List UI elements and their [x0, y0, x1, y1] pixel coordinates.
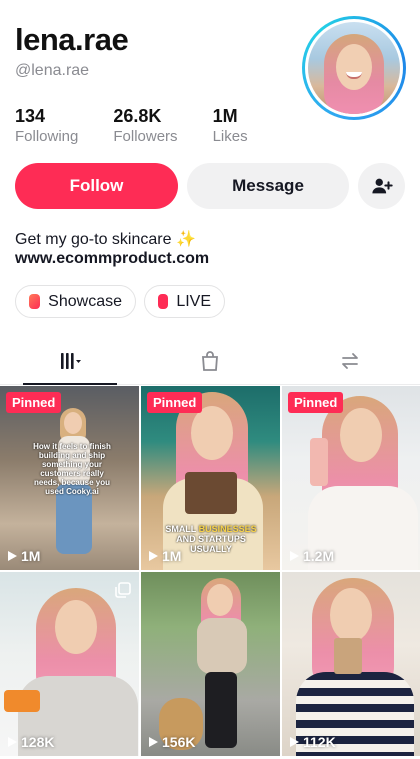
subject-face	[340, 408, 382, 462]
caption-highlight: BUSINESSES	[198, 524, 257, 534]
caption-suffix: AND STARTUPS USUALLY	[176, 534, 246, 554]
tab-videos[interactable]	[0, 337, 140, 385]
showcase-label: Showcase	[48, 292, 122, 310]
repost-icon	[342, 353, 358, 369]
profile-stats: 134 Following 26.8K Followers 1M Likes	[15, 105, 283, 147]
stat-followers-value: 26.8K	[113, 106, 162, 126]
subject-face	[207, 584, 233, 616]
play-icon	[290, 551, 299, 561]
view-count: 1M	[7, 548, 40, 564]
video-tile[interactable]: How it feels to finish building and ship…	[0, 386, 139, 570]
view-count: 1M	[148, 548, 181, 564]
video-tile[interactable]: 128K	[0, 572, 139, 756]
subject-face	[191, 406, 233, 460]
profile-header: lena.rae @lena.rae 134 Following 26.8K F…	[0, 0, 420, 160]
shopping-bag-icon	[202, 351, 218, 371]
play-icon	[149, 551, 158, 561]
stat-following-value: 134	[15, 106, 46, 126]
video-tile[interactable]: Pinned 1.2M	[282, 386, 420, 570]
subject-jacket	[197, 618, 247, 674]
stat-following-label: Following	[15, 128, 79, 145]
bio-text: Get my go-to skincare ✨	[15, 231, 196, 248]
multi-photo-icon	[115, 582, 131, 598]
profile-handle: @lena.rae	[15, 62, 90, 79]
video-tile[interactable]: SMALL BUSINESSES AND STARTUPS USUALLY Pi…	[141, 386, 280, 570]
grid-videos-icon	[61, 353, 81, 369]
video-caption: How it feels to finish building and ship…	[33, 442, 111, 496]
stat-likes[interactable]: 1M Likes	[213, 105, 248, 147]
bio-link[interactable]: www.ecommproduct.com	[15, 250, 209, 268]
subject-face	[64, 412, 82, 434]
view-count-value: 1M	[21, 548, 41, 564]
stat-followers-label: Followers	[113, 128, 178, 145]
subject-face	[330, 588, 372, 642]
add-friend-button[interactable]	[358, 163, 405, 209]
thumbnail-subject	[141, 572, 280, 756]
thumbnail-subject	[282, 386, 420, 570]
stat-likes-label: Likes	[212, 128, 248, 145]
view-count-value: 112K	[303, 734, 336, 750]
play-icon	[8, 737, 17, 747]
view-count-value: 1M	[162, 548, 182, 564]
avatar[interactable]	[302, 16, 406, 120]
play-icon	[8, 551, 17, 561]
view-count: 1.2M	[289, 548, 334, 564]
display-name: lena.rae	[15, 22, 129, 57]
phone-prop	[4, 690, 40, 712]
subject-face	[55, 600, 97, 654]
live-label: LIVE	[176, 292, 211, 310]
stat-likes-value: 1M	[212, 106, 238, 126]
pinned-badge: Pinned	[147, 392, 203, 413]
video-tile[interactable]: 112K	[282, 572, 420, 756]
add-person-icon	[371, 178, 393, 194]
play-icon	[290, 737, 299, 747]
play-icon	[149, 737, 158, 747]
profile-tabs	[0, 337, 420, 385]
showcase-chip[interactable]: Showcase	[15, 285, 136, 318]
view-count-value: 156K	[162, 734, 196, 750]
product-bottle	[310, 438, 328, 486]
view-count: 128K	[7, 734, 54, 750]
pinned-badge: Pinned	[6, 392, 62, 413]
avatar-frame	[305, 19, 403, 117]
stat-followers[interactable]: 26.8K Followers	[113, 105, 177, 147]
stat-following[interactable]: 134 Following	[15, 105, 78, 147]
message-button[interactable]: Message	[187, 163, 349, 209]
tab-shop[interactable]	[140, 337, 280, 385]
view-count-value: 1.2M	[303, 548, 335, 564]
view-count-value: 128K	[21, 734, 55, 750]
caption-prefix: SMALL	[165, 524, 199, 534]
avatar-face	[336, 44, 372, 90]
tab-repost[interactable]	[280, 337, 420, 385]
view-count: 156K	[148, 734, 195, 750]
follow-button[interactable]: Follow	[15, 163, 178, 209]
active-tab-indicator	[23, 383, 117, 385]
view-count: 112K	[289, 734, 336, 750]
showcase-icon	[29, 294, 41, 309]
coffee-cup	[334, 638, 362, 674]
video-tile[interactable]: 156K	[141, 572, 280, 756]
subject-leggings	[205, 672, 237, 748]
thumbnail-subject	[282, 572, 420, 756]
thumbnail-subject	[0, 572, 139, 756]
storefront-prop	[185, 472, 237, 514]
avatar-photo	[308, 22, 400, 114]
live-chip[interactable]: LIVE	[144, 285, 225, 318]
live-icon	[158, 294, 169, 309]
pinned-badge: Pinned	[288, 392, 344, 413]
